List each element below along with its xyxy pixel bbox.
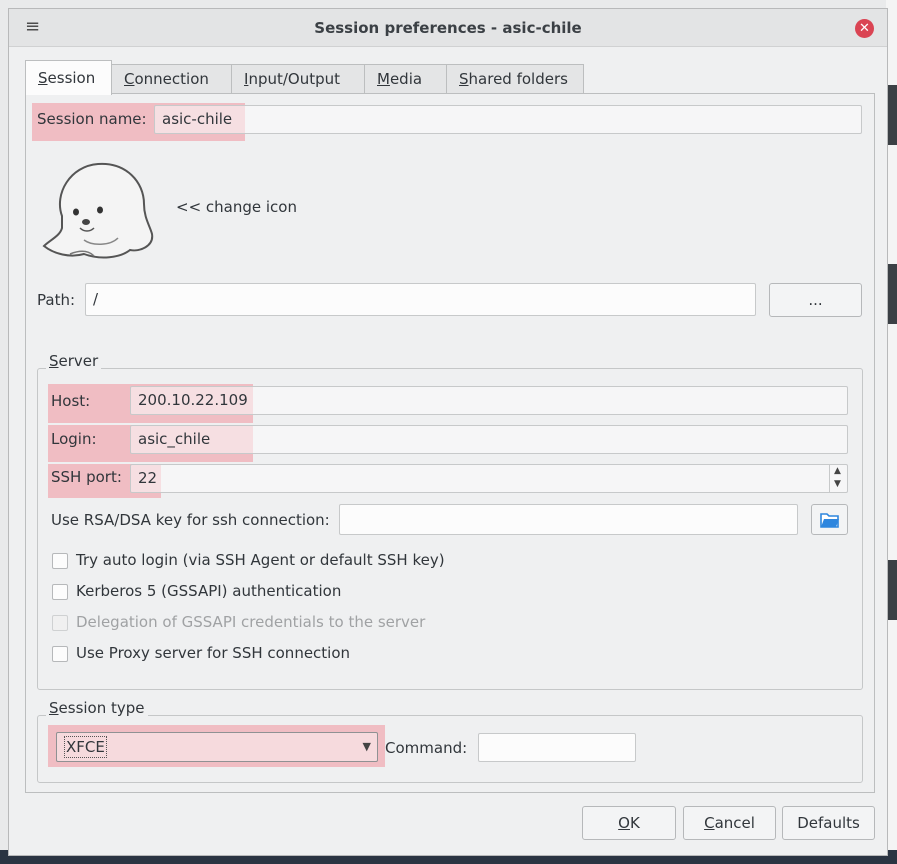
tab-shared-folders[interactable]: Shared folders — [446, 64, 584, 94]
change-icon-link[interactable]: << change icon — [176, 198, 297, 216]
tab-mnemonic: C — [124, 70, 135, 88]
tab-session[interactable]: Session — [25, 60, 112, 95]
proxy-label: Use Proxy server for SSH connection — [76, 644, 351, 662]
group-label: erver — [58, 352, 99, 370]
rsa-key-label: Use RSA/DSA key for ssh connection: — [51, 511, 330, 529]
tab-label: ession — [47, 69, 96, 87]
tab-label: nput/Output — [248, 70, 341, 88]
tab-mnemonic: S — [38, 69, 48, 87]
tab-label: onnection — [134, 70, 209, 88]
command-input[interactable] — [478, 733, 636, 762]
button-mnemonic: C — [704, 814, 715, 832]
gssapi-delegation-checkbox — [52, 615, 68, 631]
chevron-down-icon[interactable]: ▼ — [363, 733, 371, 761]
folder-open-icon — [819, 513, 839, 528]
session-icon-button[interactable] — [40, 154, 158, 264]
session-type-group-title: Session type — [46, 699, 148, 717]
group-label: ession type — [58, 699, 145, 717]
host-label: Host: — [51, 392, 91, 410]
cancel-button[interactable]: Cancel — [683, 806, 776, 840]
group-mnemonic: S — [49, 352, 59, 370]
close-icon[interactable]: ✕ — [855, 19, 874, 38]
button-label: ancel — [714, 814, 755, 832]
session-tab-panel: Session name: asic-chile << change icon … — [25, 93, 875, 793]
rsa-key-input[interactable] — [339, 504, 798, 535]
rsa-key-browse-button[interactable] — [811, 504, 848, 535]
button-mnemonic: O — [618, 814, 630, 832]
login-label: Login: — [51, 430, 97, 448]
tab-mnemonic: M — [377, 70, 390, 88]
session-name-label: Session name: — [37, 110, 147, 128]
server-group-title: Server — [46, 352, 102, 370]
browse-path-button[interactable]: ... — [769, 283, 862, 317]
seal-icon — [42, 162, 154, 259]
auto-login-checkbox[interactable] — [52, 553, 68, 569]
ssh-port-stepper[interactable]: ▲ ▼ — [829, 464, 847, 493]
command-label: Command: — [385, 739, 468, 757]
session-type-value: XFCE — [64, 736, 107, 758]
path-label: Path: — [37, 291, 76, 309]
ok-button[interactable]: OK — [582, 806, 676, 840]
tab-mnemonic: S — [459, 70, 469, 88]
tab-input-output[interactable]: Input/Output — [231, 64, 365, 94]
session-preferences-dialog: ≡ Session preferences - asic-chile ✕ Ses… — [8, 8, 888, 856]
login-input[interactable]: asic_chile — [130, 425, 848, 454]
ssh-port-label: SSH port: — [51, 468, 122, 486]
kerberos-label: Kerberos 5 (GSSAPI) authentication — [76, 582, 342, 600]
session-type-select[interactable]: XFCE ▼ — [56, 732, 378, 762]
ssh-port-input[interactable]: 22 — [130, 464, 848, 493]
title-bar: ≡ Session preferences - asic-chile ✕ — [9, 9, 887, 47]
group-mnemonic: S — [49, 699, 59, 717]
session-name-input[interactable]: asic-chile — [154, 105, 862, 134]
stepper-down-icon[interactable]: ▼ — [834, 479, 841, 489]
tab-media[interactable]: Media — [364, 64, 447, 94]
tab-label: edia — [389, 70, 423, 88]
host-input[interactable]: 200.10.22.109 — [130, 386, 848, 415]
gssapi-delegation-label: Delegation of GSSAPI credentials to the … — [76, 613, 426, 631]
proxy-checkbox[interactable] — [52, 646, 68, 662]
defaults-button[interactable]: Defaults — [782, 806, 875, 840]
auto-login-label: Try auto login (via SSH Agent or default… — [76, 551, 445, 569]
stepper-up-icon[interactable]: ▲ — [834, 466, 841, 476]
tab-label: hared folders — [468, 70, 568, 88]
button-label: K — [629, 814, 640, 832]
kerberos-checkbox[interactable] — [52, 584, 68, 600]
tab-connection[interactable]: Connection — [111, 64, 232, 94]
path-input[interactable]: / — [85, 283, 756, 316]
window-title: Session preferences - asic-chile — [314, 19, 582, 37]
